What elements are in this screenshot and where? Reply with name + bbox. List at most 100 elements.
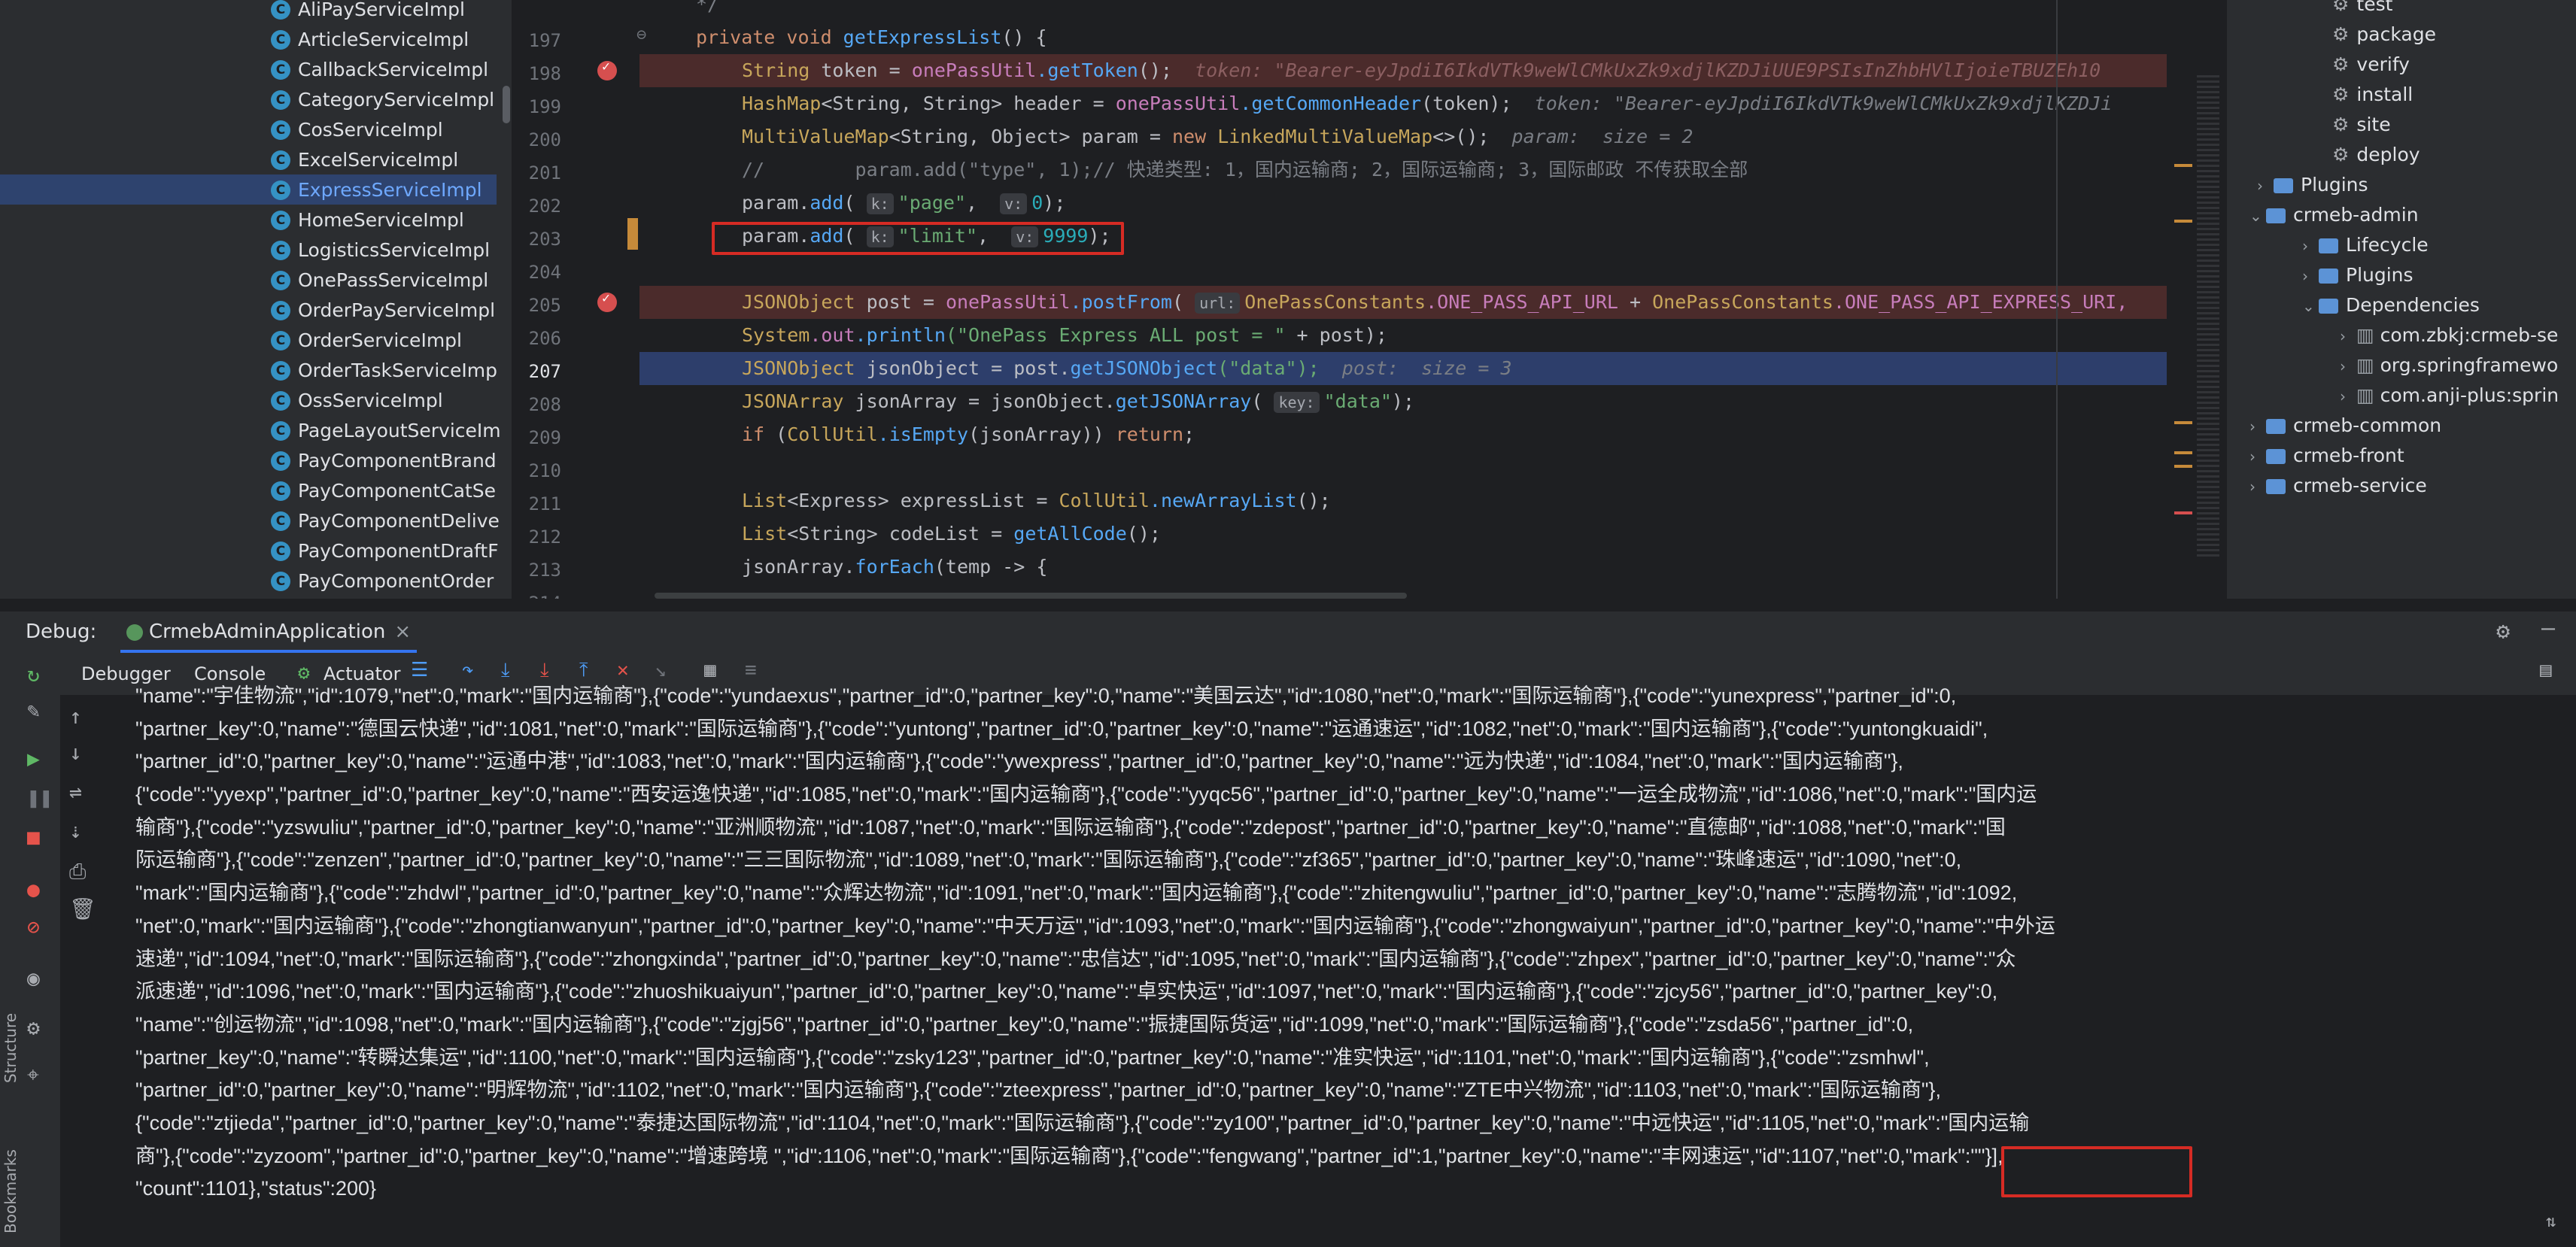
gear-icon[interactable]: ⚙ [2496, 618, 2510, 645]
minimap-marker [2174, 451, 2192, 454]
chevron-right-icon[interactable]: › [2249, 472, 2266, 502]
up-arrow-icon[interactable]: ↑ [69, 704, 82, 729]
tree-item[interactable]: C OrderServiceImpl [271, 325, 462, 355]
code-line-205: JSONObject post = onePassUtil.postFrom( … [742, 291, 2128, 314]
param-hint-chip: url: [1195, 293, 1241, 314]
chevron-down-icon[interactable]: ⌄ [2249, 201, 2266, 231]
tree-item[interactable]: C HomeServiceImpl [271, 205, 464, 235]
force-step-into-icon[interactable]: ⤓ [540, 659, 549, 682]
print-icon[interactable]: ⎙ [69, 859, 86, 884]
tree-item[interactable]: C CategoryServiceImpl [271, 84, 494, 114]
tree-item[interactable]: C PayComponentBrand [271, 445, 497, 475]
run-to-cursor-icon[interactable]: ↘ [655, 659, 667, 681]
tree-item[interactable]: C PayComponentDraftF [271, 536, 499, 566]
tree-item[interactable]: C ExpressServiceImpl [0, 174, 497, 205]
editor-minimap[interactable] [2167, 0, 2227, 599]
tree-item-label: OssServiceImpl [298, 390, 443, 411]
view-breakpoints-icon[interactable]: ● [27, 877, 40, 902]
maven-tree-item[interactable]: › Plugins [2257, 170, 2368, 200]
maven-tree-label: org.springframewo [2380, 354, 2559, 376]
maven-tree-item[interactable]: › Lifecycle [2302, 230, 2429, 260]
drop-frame-icon[interactable]: ✕ [617, 659, 629, 681]
maven-tree-item[interactable]: ⚙ verify [2332, 50, 2410, 80]
maven-tree-item[interactable]: ⚙ package [2332, 20, 2436, 50]
maven-tree-item[interactable]: ⌄ crmeb-admin [2249, 200, 2419, 230]
maven-tree-item[interactable]: › Plugins [2302, 260, 2413, 290]
tree-item[interactable]: C AliPayServiceImpl [271, 0, 465, 24]
maven-tree-item[interactable]: ⚙ site [2332, 110, 2391, 140]
step-over-icon[interactable]: ↷ [462, 659, 474, 681]
chevron-right-icon[interactable]: › [2302, 261, 2319, 291]
maven-tree-item[interactable]: › crmeb-service [2249, 471, 2427, 501]
tree-item[interactable]: C CosServiceImpl [271, 114, 443, 144]
chevron-right-icon[interactable]: › [2340, 381, 2356, 411]
code-line-208: JSONArray jsonArray = jsonObject.getJSON… [742, 390, 1415, 413]
structure-label[interactable]: Structure [2, 1013, 20, 1083]
maven-tree-item[interactable]: ⚙ install [2332, 80, 2413, 110]
trash-icon[interactable]: 🗑 [69, 897, 96, 921]
code-editor[interactable]: 197 198 199 200 201 202 203 204 205 206 207 208 209 2… [512, 0, 2167, 599]
project-tree-scrollbar[interactable] [503, 86, 510, 123]
resume-icon[interactable]: ▶ [27, 746, 40, 771]
module-icon [2266, 208, 2286, 223]
tree-item[interactable]: C PayComponentDelive [271, 505, 500, 536]
tree-item[interactable]: C CallbackServiceImpl [271, 54, 488, 84]
layout-icon[interactable]: ▤ [2540, 659, 2552, 681]
maven-tree-item[interactable]: › ▥ com.zbkj:crmeb-se [2340, 320, 2558, 350]
chevron-right-icon[interactable]: › [2302, 231, 2319, 261]
tree-item[interactable]: C ArticleServiceImpl [271, 24, 469, 54]
menu-list-icon[interactable]: ☰ [411, 659, 428, 681]
maven-tree-label: Plugins [2346, 264, 2413, 286]
pause-icon[interactable]: ❚❚ [27, 785, 53, 810]
tree-item[interactable]: C OnePassServiceImpl [271, 265, 488, 295]
tree-item[interactable]: C OrderPayServiceImpl [271, 295, 495, 325]
table-icon[interactable]: ▦ [704, 659, 716, 681]
editor-horizontal-scrollbar[interactable] [655, 593, 1407, 599]
pin-icon[interactable]: ⌖ [27, 1062, 39, 1088]
bookmarks-label[interactable]: Bookmarks [2, 1149, 20, 1233]
debug-title: Debug: [26, 620, 97, 643]
chevron-right-icon[interactable]: › [2257, 171, 2274, 201]
library-icon: ▥ [2356, 324, 2374, 346]
maven-tree-item[interactable]: › ▥ org.springframewo [2340, 350, 2558, 381]
maven-tree-item[interactable]: ⚙ test [2332, 0, 2392, 20]
chevron-right-icon[interactable]: › [2340, 351, 2356, 381]
maven-tree-item[interactable]: › crmeb-front [2249, 441, 2404, 471]
chevron-right-icon[interactable]: › [2249, 441, 2266, 472]
maven-tree-item[interactable]: ⚙ deploy [2332, 140, 2420, 170]
chevron-down-icon[interactable]: ⌄ [2302, 291, 2319, 321]
java-class-icon: C [271, 572, 290, 591]
tree-item[interactable]: C LogisticsServiceImpl [271, 235, 490, 265]
maven-tree-item[interactable]: › crmeb-common [2249, 411, 2441, 441]
stop-icon[interactable]: ■ [27, 824, 40, 849]
tree-item[interactable]: C PageLayoutServiceIm [271, 415, 501, 445]
java-class-icon: C [271, 451, 290, 471]
fold-icon[interactable]: ⊖ [636, 26, 646, 44]
mute-breakpoints-icon[interactable]: ⊘ [27, 915, 40, 939]
camera-icon[interactable]: ◉ [27, 966, 40, 991]
soft-wrap-icon[interactable]: ⇌ [69, 779, 82, 804]
down-arrow-icon[interactable]: ↓ [69, 740, 82, 765]
modify-config-icon[interactable]: ✎ [27, 698, 40, 723]
minimize-icon[interactable]: — [2541, 615, 2555, 642]
rerun-icon[interactable]: ↻ [27, 662, 40, 687]
minimap-marker [2174, 465, 2192, 468]
scroll-to-top-icon[interactable]: ⇅ [2546, 1212, 2556, 1231]
trace-icon[interactable]: ≡ [745, 659, 757, 681]
tree-item[interactable]: C OrderTaskServiceImp [271, 355, 497, 385]
tree-item[interactable]: C ExcelServiceImpl [271, 144, 458, 174]
step-into-icon[interactable]: ⤓ [501, 659, 510, 682]
tree-item[interactable]: C PayComponentCatSe [271, 475, 496, 505]
tree-item[interactable]: C OssServiceImpl [271, 385, 443, 415]
debug-session-tab[interactable]: CrmebAdminApplication × [120, 611, 418, 653]
maven-tree-item[interactable]: ⌄ Dependencies [2302, 290, 2480, 320]
tree-item[interactable]: C PayComponentOrder [271, 566, 494, 596]
chevron-right-icon[interactable]: › [2249, 411, 2266, 441]
maven-tree-item[interactable]: › ▥ com.anji-plus:sprin [2340, 381, 2559, 411]
settings-icon[interactable]: ⚙ [27, 1015, 40, 1040]
chevron-right-icon[interactable]: › [2340, 321, 2356, 351]
step-out-icon[interactable]: ⤒ [579, 659, 588, 682]
scroll-to-end-icon[interactable]: ⇣ [69, 818, 82, 843]
close-icon[interactable]: × [394, 620, 411, 643]
code-line-199: HashMap<String, String> header = onePass… [742, 93, 2113, 114]
